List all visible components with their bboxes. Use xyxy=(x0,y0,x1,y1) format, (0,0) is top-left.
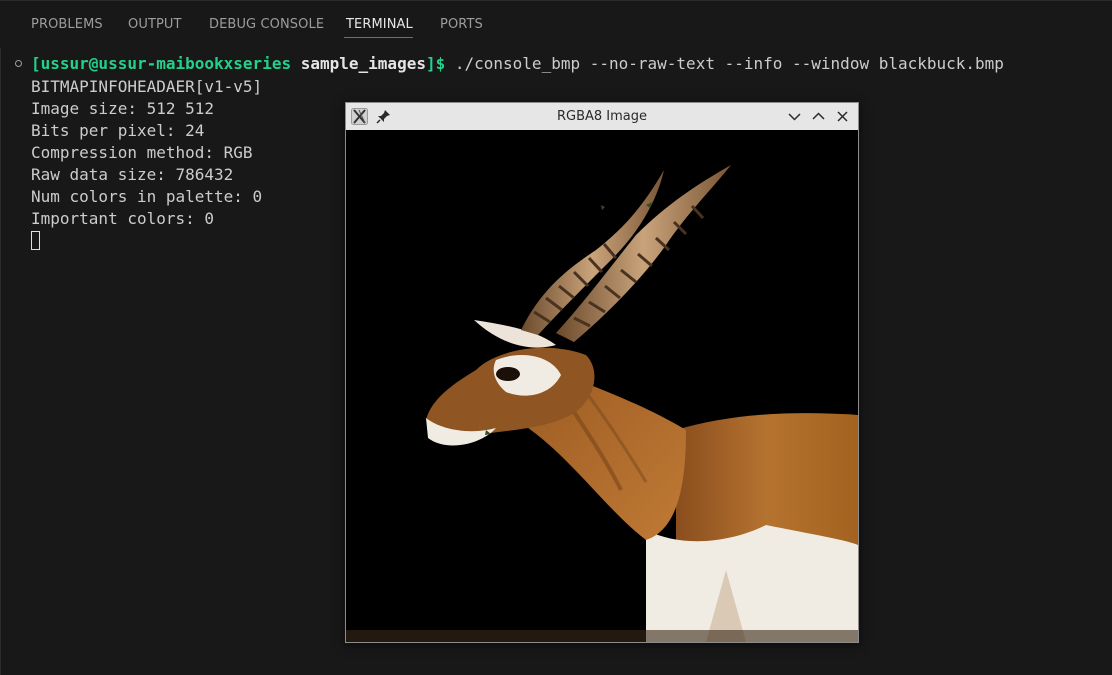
blackbuck-image xyxy=(346,130,858,642)
image-window[interactable]: RGBA8 Image xyxy=(345,102,859,643)
prompt-user-host: [ussur@ussur-maibookxseries xyxy=(31,54,292,73)
active-tab-indicator xyxy=(344,37,413,38)
x11-app-icon[interactable] xyxy=(351,108,368,125)
prompt-end: ]$ xyxy=(425,54,446,73)
minimize-icon[interactable] xyxy=(786,108,803,125)
prompt-directory: sample_images xyxy=(300,54,426,73)
output-line: BITMAPINFOHEADAER[v1-v5] xyxy=(31,77,263,96)
output-line: Raw data size: 786432 xyxy=(31,165,234,184)
command-text: ./console_bmp --no-raw-text --info --win… xyxy=(445,54,1004,73)
output-line: Important colors: 0 xyxy=(31,209,215,228)
prompt-line: [ussur@ussur-maibookxseries sample_image… xyxy=(31,53,1004,75)
maximize-icon[interactable] xyxy=(810,108,827,125)
window-title: RGBA8 Image xyxy=(556,109,648,124)
output-line: Bits per pixel: 24 xyxy=(31,121,205,140)
tab-terminal[interactable]: TERMINAL xyxy=(346,17,413,32)
output-line: Image size: 512 512 xyxy=(31,99,215,118)
tab-debug-console[interactable]: DEBUG CONSOLE xyxy=(209,17,324,32)
panel-tab-bar: PROBLEMS OUTPUT DEBUG CONSOLE TERMINAL P… xyxy=(0,0,1112,49)
terminal-cursor xyxy=(31,231,40,250)
tab-output[interactable]: OUTPUT xyxy=(128,17,182,32)
close-icon[interactable] xyxy=(834,108,851,125)
output-line: Num colors in palette: 0 xyxy=(31,187,263,206)
image-canvas xyxy=(346,130,858,642)
tab-ports[interactable]: PORTS xyxy=(440,17,483,32)
window-titlebar[interactable]: RGBA8 Image xyxy=(346,103,858,131)
tab-problems[interactable]: PROBLEMS xyxy=(31,17,103,32)
pin-icon[interactable] xyxy=(375,108,392,125)
output-line: Compression method: RGB xyxy=(31,143,253,162)
command-decoration-icon[interactable] xyxy=(15,60,22,67)
